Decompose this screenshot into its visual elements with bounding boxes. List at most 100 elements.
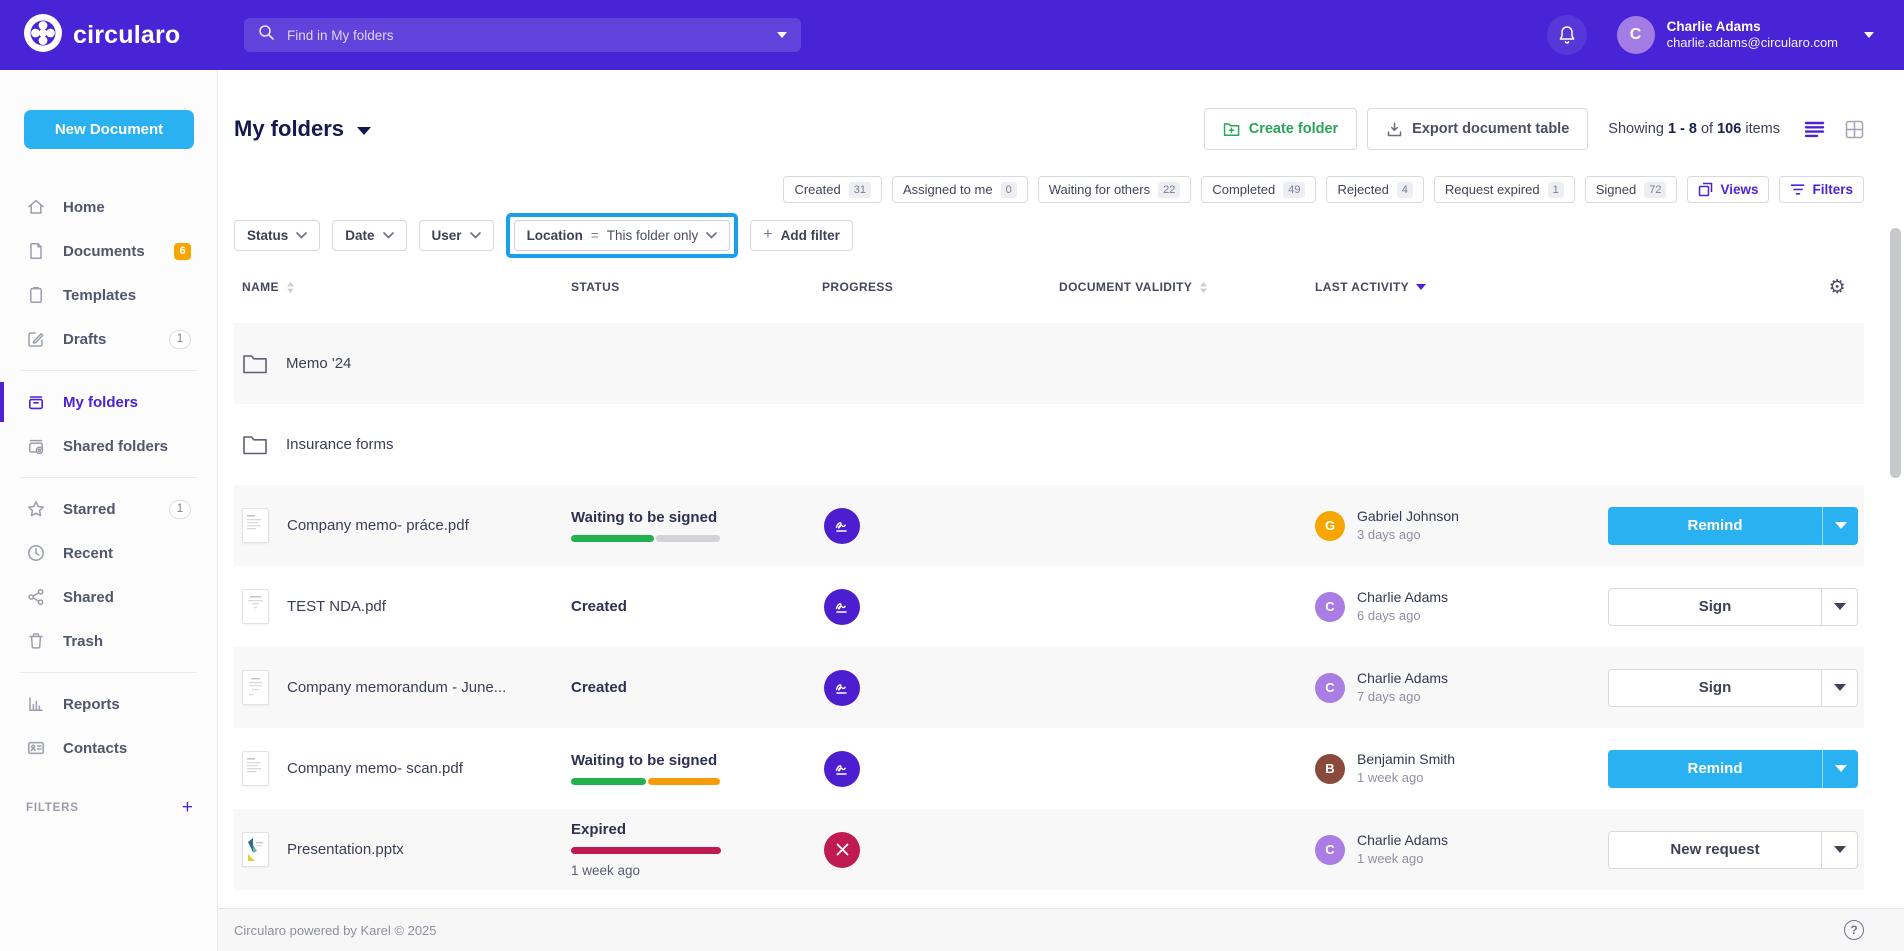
sidebar-item-drafts[interactable]: Drafts 1 (0, 317, 217, 361)
chip-assigned-to-me[interactable]: Assigned to me0 (892, 176, 1028, 203)
avatar: G (1315, 511, 1345, 541)
sort-icon (286, 281, 295, 294)
new-request-button[interactable]: New request (1608, 831, 1858, 869)
search-input[interactable] (287, 28, 777, 43)
sidebar-item-starred[interactable]: Starred 1 (0, 487, 217, 531)
sidebar-divider (20, 370, 197, 371)
table-row-document[interactable]: Company memo- scan.pdf Waiting to be sig… (234, 728, 1864, 809)
actor-name: Charlie Adams (1357, 831, 1448, 850)
app-logo[interactable]: circularo (24, 14, 214, 57)
action-dropdown-caret[interactable] (1822, 507, 1858, 545)
star-icon (26, 499, 46, 519)
sidebar-item-trash[interactable]: Trash (0, 619, 217, 663)
trash-icon (26, 631, 46, 651)
status-text: Waiting to be signed (571, 752, 822, 769)
table-settings-button[interactable]: ⚙ (1608, 276, 1864, 299)
list-view-toggle[interactable] (1804, 121, 1825, 138)
add-filter-button[interactable]: + Add filter (750, 220, 853, 251)
status-filter[interactable]: Status (234, 220, 320, 251)
sidebar-item-shared-folders[interactable]: Shared folders (0, 424, 217, 468)
sign-button[interactable]: Sign (1608, 588, 1858, 626)
bar-chart-icon (26, 694, 46, 714)
page-title-dropdown[interactable]: My folders (234, 116, 371, 142)
chip-completed[interactable]: Completed49 (1201, 176, 1316, 203)
table-row-folder[interactable]: Insurance forms (234, 404, 1864, 485)
top-bar: circularo C Charlie Adams charlie.adams@… (0, 0, 1904, 70)
grid-view-icon (1845, 120, 1864, 139)
chip-created[interactable]: Created31 (783, 176, 882, 203)
circularo-logo-icon (24, 14, 62, 57)
progress-bar (571, 535, 721, 542)
remind-button[interactable]: Remind (1608, 507, 1858, 545)
status-text: Created (571, 598, 822, 615)
chip-request-expired[interactable]: Request expired1 (1434, 176, 1575, 203)
document-name: Presentation.pptx (287, 841, 404, 858)
activity-time: 1 week ago (1357, 769, 1455, 787)
create-folder-button[interactable]: Create folder (1204, 108, 1357, 150)
chevron-down-icon (357, 127, 371, 135)
chip-signed[interactable]: Signed72 (1585, 176, 1678, 203)
document-thumbnail (242, 508, 269, 543)
document-table: Memo '24 Insurance forms Company memo- p… (234, 323, 1864, 890)
column-header-status[interactable]: STATUS (571, 280, 822, 294)
scrollbar-thumb[interactable] (1890, 228, 1901, 478)
action-dropdown-caret[interactable] (1821, 832, 1857, 868)
copyright-text: Circularo powered by Karel © 2025 (234, 923, 437, 938)
table-row-document[interactable]: Presentation.pptx Expired 1 week ago C C… (234, 809, 1864, 890)
column-header-name[interactable]: NAME (234, 280, 571, 294)
sort-icon (1199, 281, 1208, 294)
chip-rejected[interactable]: Rejected4 (1326, 176, 1423, 203)
date-filter[interactable]: Date (332, 220, 406, 251)
table-row-folder[interactable]: Memo '24 (234, 323, 1864, 404)
sidebar-item-reports[interactable]: Reports (0, 682, 217, 726)
new-document-button[interactable]: New Document (24, 110, 194, 149)
sidebar-item-contacts[interactable]: Contacts (0, 726, 217, 770)
clock-icon (26, 543, 46, 563)
grid-view-toggle[interactable] (1845, 120, 1864, 139)
sidebar-item-templates[interactable]: Templates (0, 273, 217, 317)
download-icon (1386, 121, 1403, 138)
help-button[interactable]: ? (1844, 920, 1864, 940)
sidebar-item-recent[interactable]: Recent (0, 531, 217, 575)
action-dropdown-caret[interactable] (1821, 670, 1857, 706)
gear-icon: ⚙ (1829, 276, 1846, 299)
add-saved-filter-button[interactable]: + (182, 798, 193, 817)
column-header-last-activity[interactable]: LAST ACTIVITY (1315, 280, 1608, 294)
folder-icon (242, 353, 268, 375)
user-filter[interactable]: User (419, 220, 494, 251)
actor-name: Benjamin Smith (1357, 750, 1455, 769)
filters-button[interactable]: Filters (1779, 176, 1864, 203)
sidebar-item-home[interactable]: Home (0, 185, 217, 229)
column-header-validity[interactable]: DOCUMENT VALIDITY (1059, 280, 1315, 294)
chip-waiting-for-others[interactable]: Waiting for others22 (1038, 176, 1192, 203)
user-name: Charlie Adams (1667, 18, 1838, 36)
document-thumbnail (242, 751, 269, 786)
sign-button[interactable]: Sign (1608, 669, 1858, 707)
sidebar-item-documents[interactable]: Documents 6 (0, 229, 217, 273)
actor-name: Gabriel Johnson (1357, 507, 1459, 526)
location-filter[interactable]: Location = This folder only (514, 220, 731, 251)
document-thumbnail (242, 670, 269, 705)
export-table-button[interactable]: Export document table (1367, 108, 1588, 150)
notifications-button[interactable] (1547, 15, 1587, 55)
documents-badge: 6 (174, 243, 191, 260)
table-row-document[interactable]: Company memorandum - June... Created C C… (234, 647, 1864, 728)
table-row-document[interactable]: TEST NDA.pdf Created C Charlie Adams 6 d… (234, 566, 1864, 647)
views-button[interactable]: Views (1687, 176, 1769, 203)
user-avatar: C (1617, 16, 1655, 54)
sidebar-item-my-folders[interactable]: My folders (0, 380, 217, 424)
remind-button[interactable]: Remind (1608, 750, 1858, 788)
avatar: C (1315, 673, 1345, 703)
activity-time: 3 days ago (1357, 526, 1459, 544)
sidebar-divider (20, 477, 197, 478)
column-header-progress[interactable]: PROGRESS (822, 280, 1059, 294)
action-dropdown-caret[interactable] (1821, 589, 1857, 625)
user-menu[interactable]: C Charlie Adams charlie.adams@circularo.… (1617, 16, 1874, 54)
sidebar-item-shared[interactable]: Shared (0, 575, 217, 619)
search-dropdown-caret-icon[interactable] (777, 32, 787, 38)
document-icon (26, 241, 46, 261)
global-search[interactable] (244, 18, 801, 52)
user-email: charlie.adams@circularo.com (1667, 35, 1838, 52)
action-dropdown-caret[interactable] (1822, 750, 1858, 788)
table-row-document[interactable]: Company memo- práce.pdf Waiting to be si… (234, 485, 1864, 566)
